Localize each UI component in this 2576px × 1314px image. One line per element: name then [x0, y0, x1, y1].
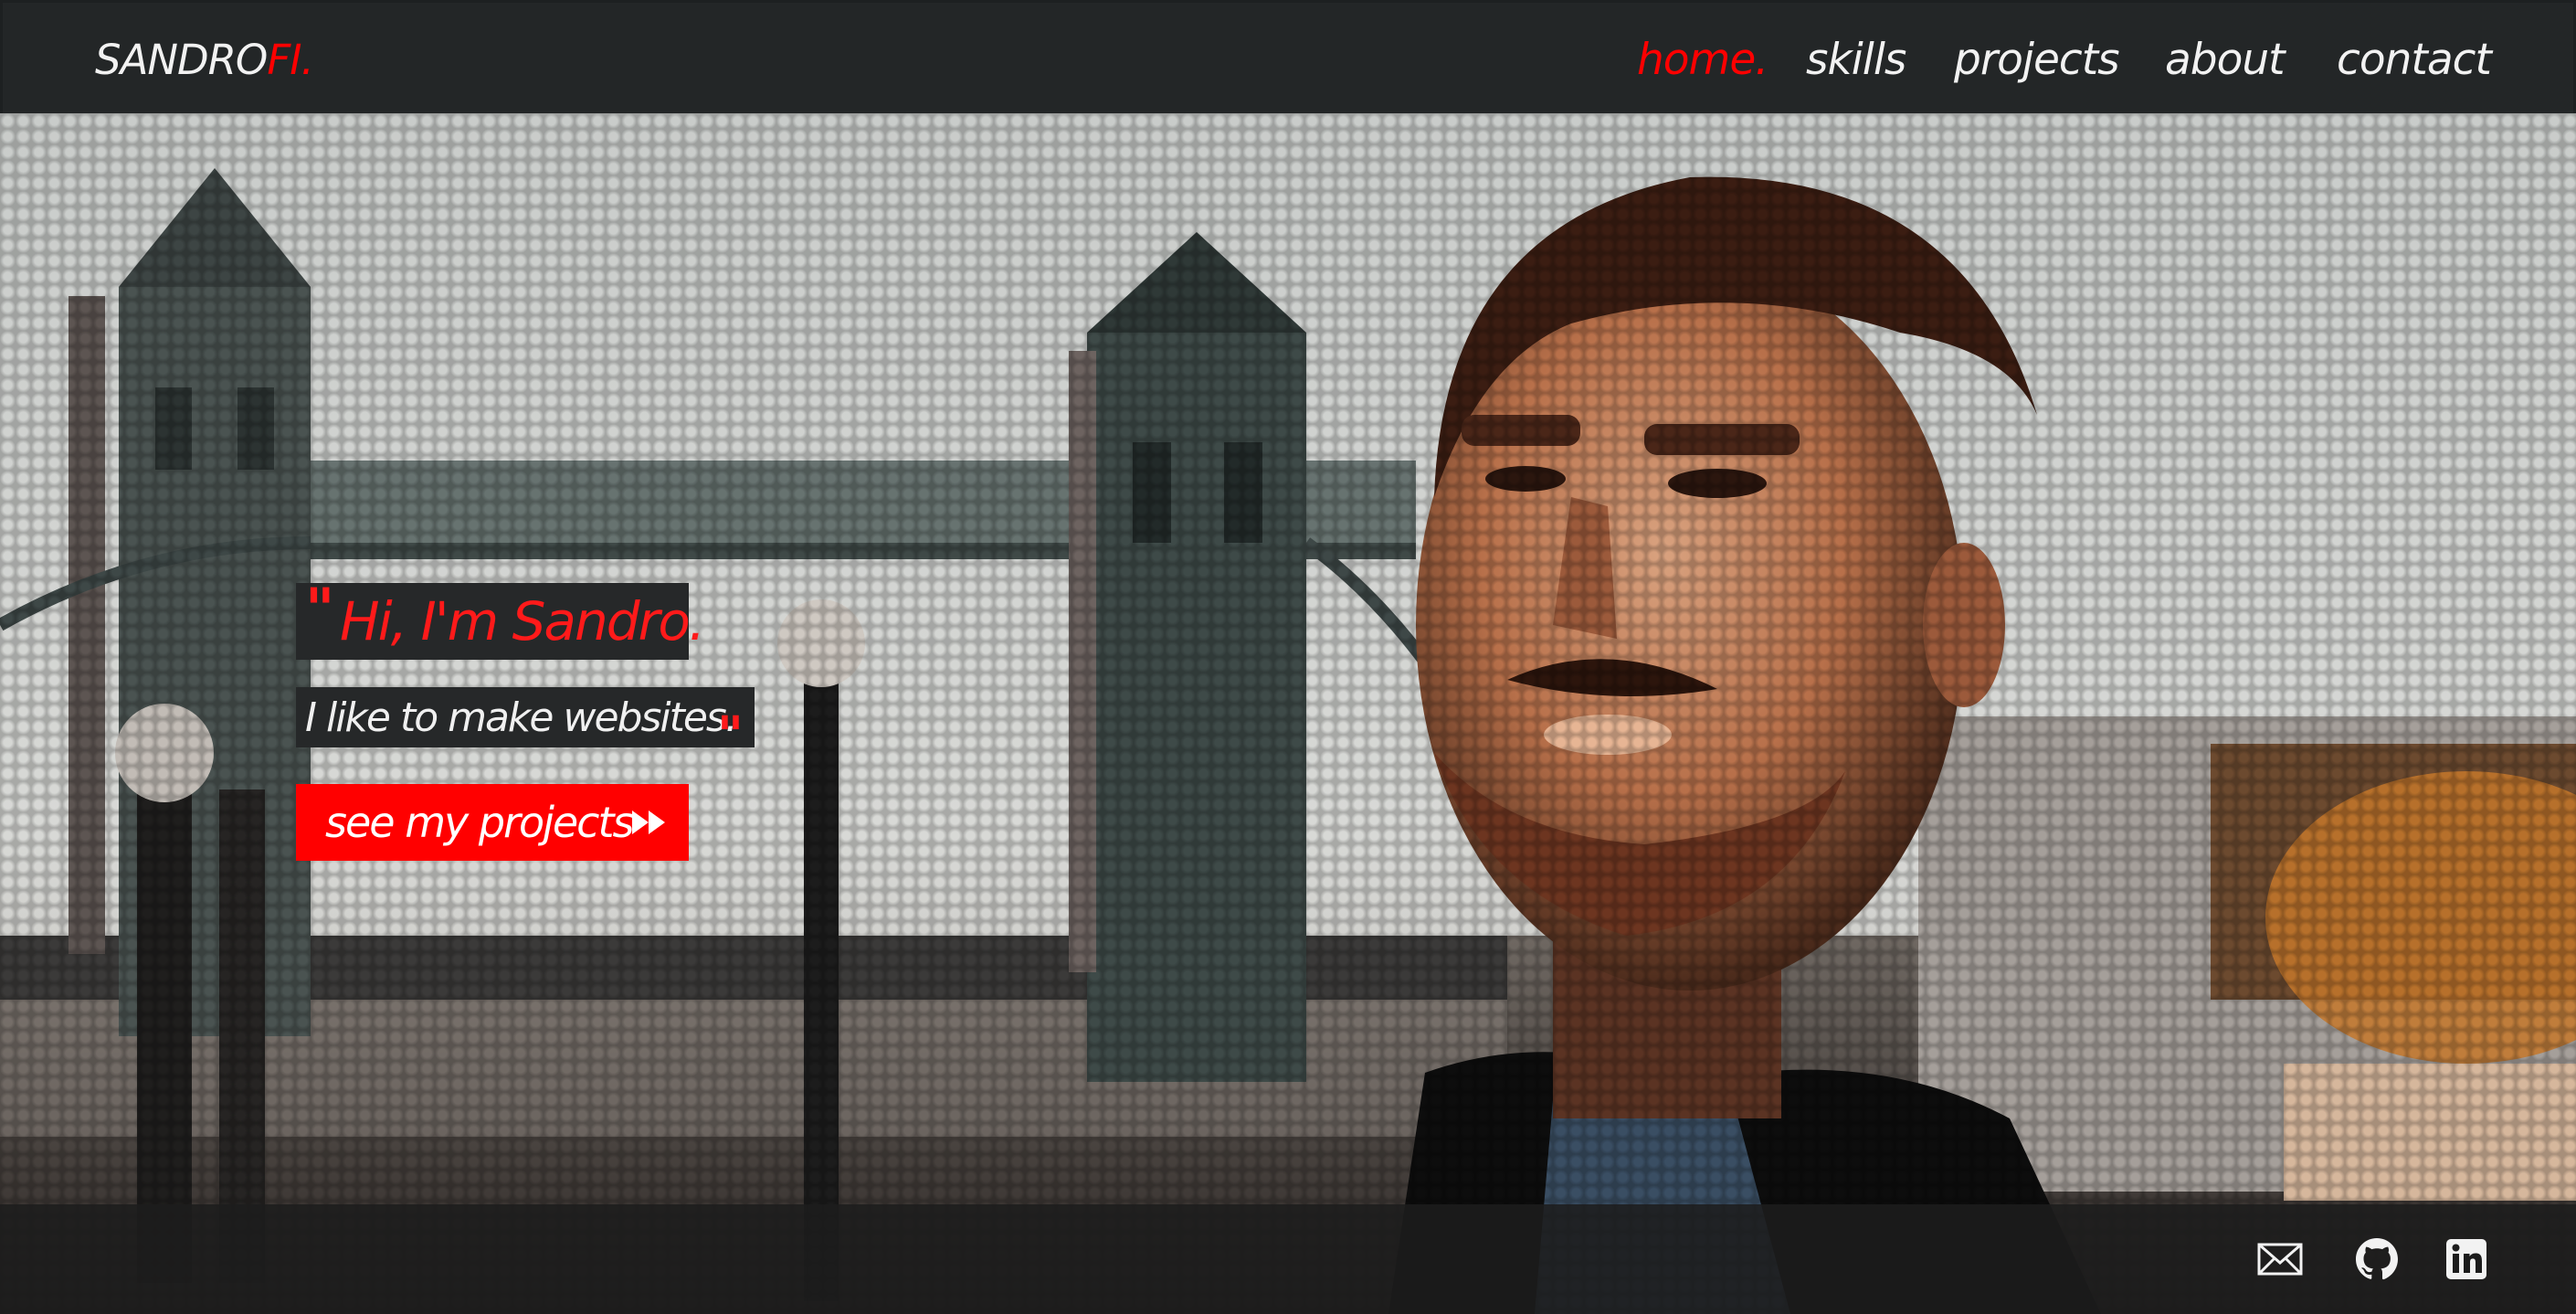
nav-projects[interactable]: projects: [1954, 32, 2120, 89]
hero-greeting-box: " Hi, I'm Sandro.: [296, 576, 705, 660]
fast-forward-icon: [632, 811, 665, 834]
linkedin-icon[interactable]: [2441, 1234, 2492, 1285]
footer-bar: [0, 1204, 2576, 1314]
open-quote-mark: ": [305, 576, 335, 642]
see-projects-button[interactable]: see my projects: [296, 784, 689, 861]
main-nav: home. skills projects about contact: [0, 32, 2573, 89]
nav-contact[interactable]: contact: [2337, 32, 2492, 89]
hero-greeting: Hi, I'm Sandro.: [340, 590, 705, 652]
top-navbar: SANDROFI. home. skills projects about co…: [0, 0, 2576, 113]
email-icon[interactable]: [2254, 1234, 2306, 1285]
hero-tagline: I like to make websites.: [305, 694, 738, 741]
see-projects-label: see my projects: [325, 798, 634, 847]
nav-about[interactable]: about: [2165, 32, 2286, 89]
nav-skills[interactable]: skills: [1806, 32, 1906, 89]
hero-tagline-box: I like to make websites. ": [296, 687, 755, 762]
close-quote-mark: ": [716, 706, 744, 766]
nav-home[interactable]: home.: [1637, 32, 1768, 89]
github-icon[interactable]: [2351, 1234, 2402, 1285]
portfolio-page: SANDROFI. home. skills projects about co…: [0, 0, 2576, 1314]
